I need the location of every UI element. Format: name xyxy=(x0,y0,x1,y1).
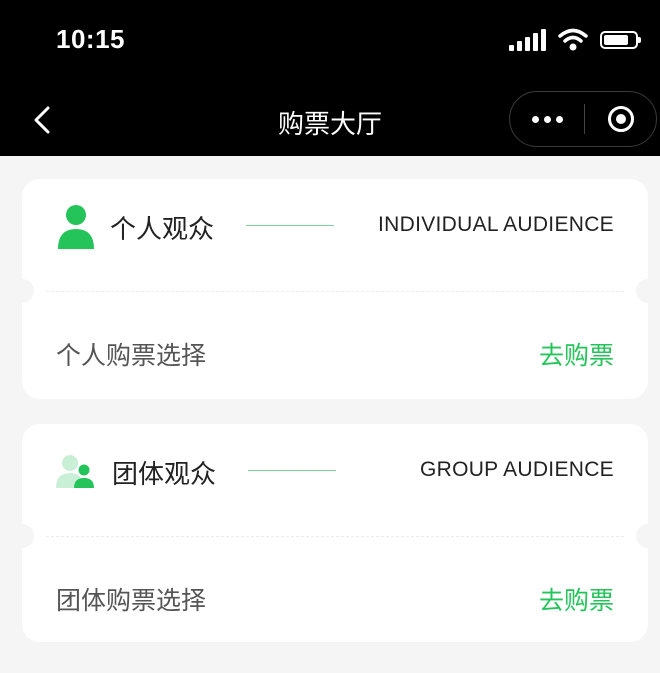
card-header: 个人观众 INDIVIDUAL AUDIENCE xyxy=(22,179,648,289)
ticket-divider xyxy=(46,536,624,537)
status-icons xyxy=(509,28,641,52)
card-title: 团体观众 xyxy=(112,460,217,490)
buy-ticket-link[interactable]: 去购票 xyxy=(539,581,614,617)
individual-audience-card: 个人观众 INDIVIDUAL AUDIENCE 个人购票选择 去购票 xyxy=(10,179,660,400)
group-audience-card: 团体观众 GROUP AUDIENCE 团体购票选择 去购票 xyxy=(10,424,660,645)
purchase-row[interactable]: 个人购票选择 去购票 xyxy=(22,304,648,400)
card-title: 个人观众 xyxy=(110,215,215,245)
status-time: 10:15 xyxy=(56,24,125,54)
wifi-icon xyxy=(558,28,588,51)
ticket-divider xyxy=(46,291,624,292)
target-circle-icon xyxy=(607,106,634,132)
option-label: 个人购票选择 xyxy=(56,341,207,370)
cellular-signal-icon xyxy=(509,29,546,51)
more-menu-button[interactable] xyxy=(510,92,584,146)
card-header: 团体观众 GROUP AUDIENCE xyxy=(22,424,648,534)
person-icon xyxy=(58,205,94,249)
buy-ticket-link[interactable]: 去购票 xyxy=(539,336,614,372)
title-separator xyxy=(246,225,334,226)
mini-program-capsule xyxy=(509,91,657,147)
nav-bar: 购票大厅 xyxy=(0,84,660,156)
close-mini-program-button[interactable] xyxy=(585,92,656,146)
status-bar: 10:15 xyxy=(0,0,660,84)
more-dots-icon xyxy=(531,115,539,123)
option-label: 团体购票选择 xyxy=(56,586,207,615)
card-subtitle: INDIVIDUAL AUDIENCE xyxy=(378,213,614,236)
card-subtitle: GROUP AUDIENCE xyxy=(419,458,614,481)
battery-icon xyxy=(600,31,641,49)
title-separator xyxy=(248,470,336,471)
purchase-row[interactable]: 团体购票选择 去购票 xyxy=(22,549,648,645)
group-icon xyxy=(56,455,94,488)
